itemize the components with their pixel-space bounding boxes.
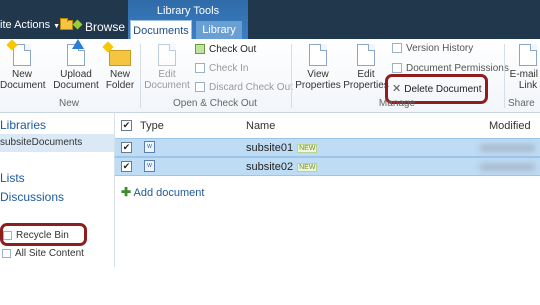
- group-label-share: Share: [508, 98, 535, 109]
- email-icon: [519, 44, 537, 66]
- new-badge: NEW: [297, 144, 318, 153]
- nav-lists[interactable]: Lists: [0, 171, 25, 185]
- edit-properties-button[interactable]: Edit Properties: [342, 44, 390, 91]
- navigate-up-icon[interactable]: [60, 18, 73, 30]
- check-out-label: Check Out: [209, 44, 257, 55]
- new-document-icon: [6, 39, 31, 66]
- column-type[interactable]: Type: [140, 120, 164, 132]
- column-name[interactable]: Name: [246, 120, 275, 132]
- version-history-icon: [392, 43, 402, 53]
- all-site-content-label: All Site Content: [15, 248, 84, 259]
- view-properties-button[interactable]: View Properties: [294, 44, 342, 91]
- email-link-button[interactable]: E-mail a Link: [506, 44, 540, 91]
- group-label-manage: Manage: [378, 98, 416, 109]
- view-properties-label-2: Properties: [295, 80, 341, 91]
- check-in-icon: [195, 63, 205, 73]
- upload-document-button[interactable]: Upload Document: [49, 39, 103, 91]
- check-out-icon: [195, 44, 205, 54]
- upload-icon: [67, 39, 85, 66]
- site-actions-menu[interactable]: ite Actions ▼: [0, 19, 60, 31]
- email-link-label-1: E-mail a: [509, 69, 540, 80]
- view-properties-icon: [309, 44, 327, 66]
- new-document-label-2: Document: [0, 80, 46, 91]
- plus-icon: ✚: [121, 185, 132, 199]
- edit-document-label-1: Edit: [158, 69, 176, 80]
- document-icon: W: [144, 141, 155, 153]
- modified-value: [480, 163, 535, 171]
- tab-browse[interactable]: Browse: [85, 20, 125, 34]
- document-permissions-button[interactable]: Document Permissions: [392, 63, 509, 74]
- edit-document-icon: [158, 44, 176, 66]
- table-row[interactable]: [115, 138, 540, 157]
- group-label-open-checkout: Open & Check Out: [173, 98, 257, 109]
- new-folder-button[interactable]: New Folder: [102, 41, 136, 91]
- row-name: subsite02: [246, 161, 294, 173]
- add-document-link[interactable]: ✚ Add document: [121, 185, 204, 199]
- table-row[interactable]: [115, 157, 540, 176]
- new-folder-label-2: Folder: [105, 80, 135, 91]
- edit-properties-label-1: Edit: [357, 69, 375, 80]
- add-document-label: Add document: [133, 187, 205, 199]
- group-label-new: New: [58, 98, 79, 109]
- row-checkbox[interactable]: ✔: [121, 161, 132, 172]
- edit-document-button[interactable]: Edit Document: [143, 44, 191, 91]
- new-document-button[interactable]: New Document: [0, 39, 46, 91]
- nav-subsite-documents[interactable]: subsiteDocuments: [0, 137, 82, 148]
- tab-documents[interactable]: Documents: [130, 20, 192, 40]
- discard-check-out-button[interactable]: Discard Check Out: [195, 82, 293, 93]
- document-icon: W: [144, 160, 155, 172]
- row-name: subsite01: [246, 142, 294, 154]
- row-name-link[interactable]: subsite02 NEW: [246, 161, 318, 173]
- nav-all-site-content[interactable]: All Site Content: [2, 248, 84, 259]
- check-out-button[interactable]: Check Out: [195, 44, 256, 55]
- version-history-label: Version History: [406, 43, 474, 54]
- top-bar: [0, 0, 540, 39]
- upload-label-2: Document: [53, 80, 99, 91]
- document-permissions-label: Document Permissions: [406, 63, 509, 74]
- all-site-content-icon: [2, 249, 11, 258]
- permissions-icon: [392, 63, 402, 73]
- discard-icon: [195, 82, 205, 92]
- discard-label: Discard Check Out: [209, 82, 293, 93]
- new-folder-icon: [102, 41, 131, 66]
- upload-label-1: Upload: [60, 69, 92, 80]
- row-checkbox[interactable]: ✔: [121, 142, 132, 153]
- new-document-label-1: New: [11, 69, 32, 80]
- tab-library[interactable]: Library: [196, 21, 242, 39]
- check-in-button[interactable]: Check In: [195, 63, 248, 74]
- recycle-bin-highlight: [0, 223, 87, 246]
- edit-properties-label-2: Properties: [343, 80, 389, 91]
- nav-divider: [114, 112, 115, 267]
- email-link-label-2: Link: [518, 80, 538, 91]
- modified-value: [480, 144, 535, 152]
- view-properties-label-1: View: [307, 69, 329, 80]
- site-actions-label: ite Actions: [0, 19, 51, 31]
- select-all-checkbox[interactable]: ✔: [121, 120, 132, 131]
- edit-properties-icon: [357, 44, 375, 66]
- edit-document-label-2: Document: [144, 80, 190, 91]
- row-name-link[interactable]: subsite01 NEW: [246, 142, 318, 154]
- nav-discussions[interactable]: Discussions: [0, 190, 64, 204]
- column-modified[interactable]: Modified: [489, 120, 531, 132]
- version-history-button[interactable]: Version History: [392, 43, 473, 54]
- check-in-label: Check In: [209, 63, 249, 74]
- new-folder-label-1: New: [109, 69, 130, 80]
- ribbon-separator: [504, 44, 505, 108]
- library-tools-title: Library Tools: [156, 5, 220, 17]
- nav-libraries[interactable]: Libraries: [0, 118, 46, 132]
- new-badge: NEW: [297, 163, 318, 172]
